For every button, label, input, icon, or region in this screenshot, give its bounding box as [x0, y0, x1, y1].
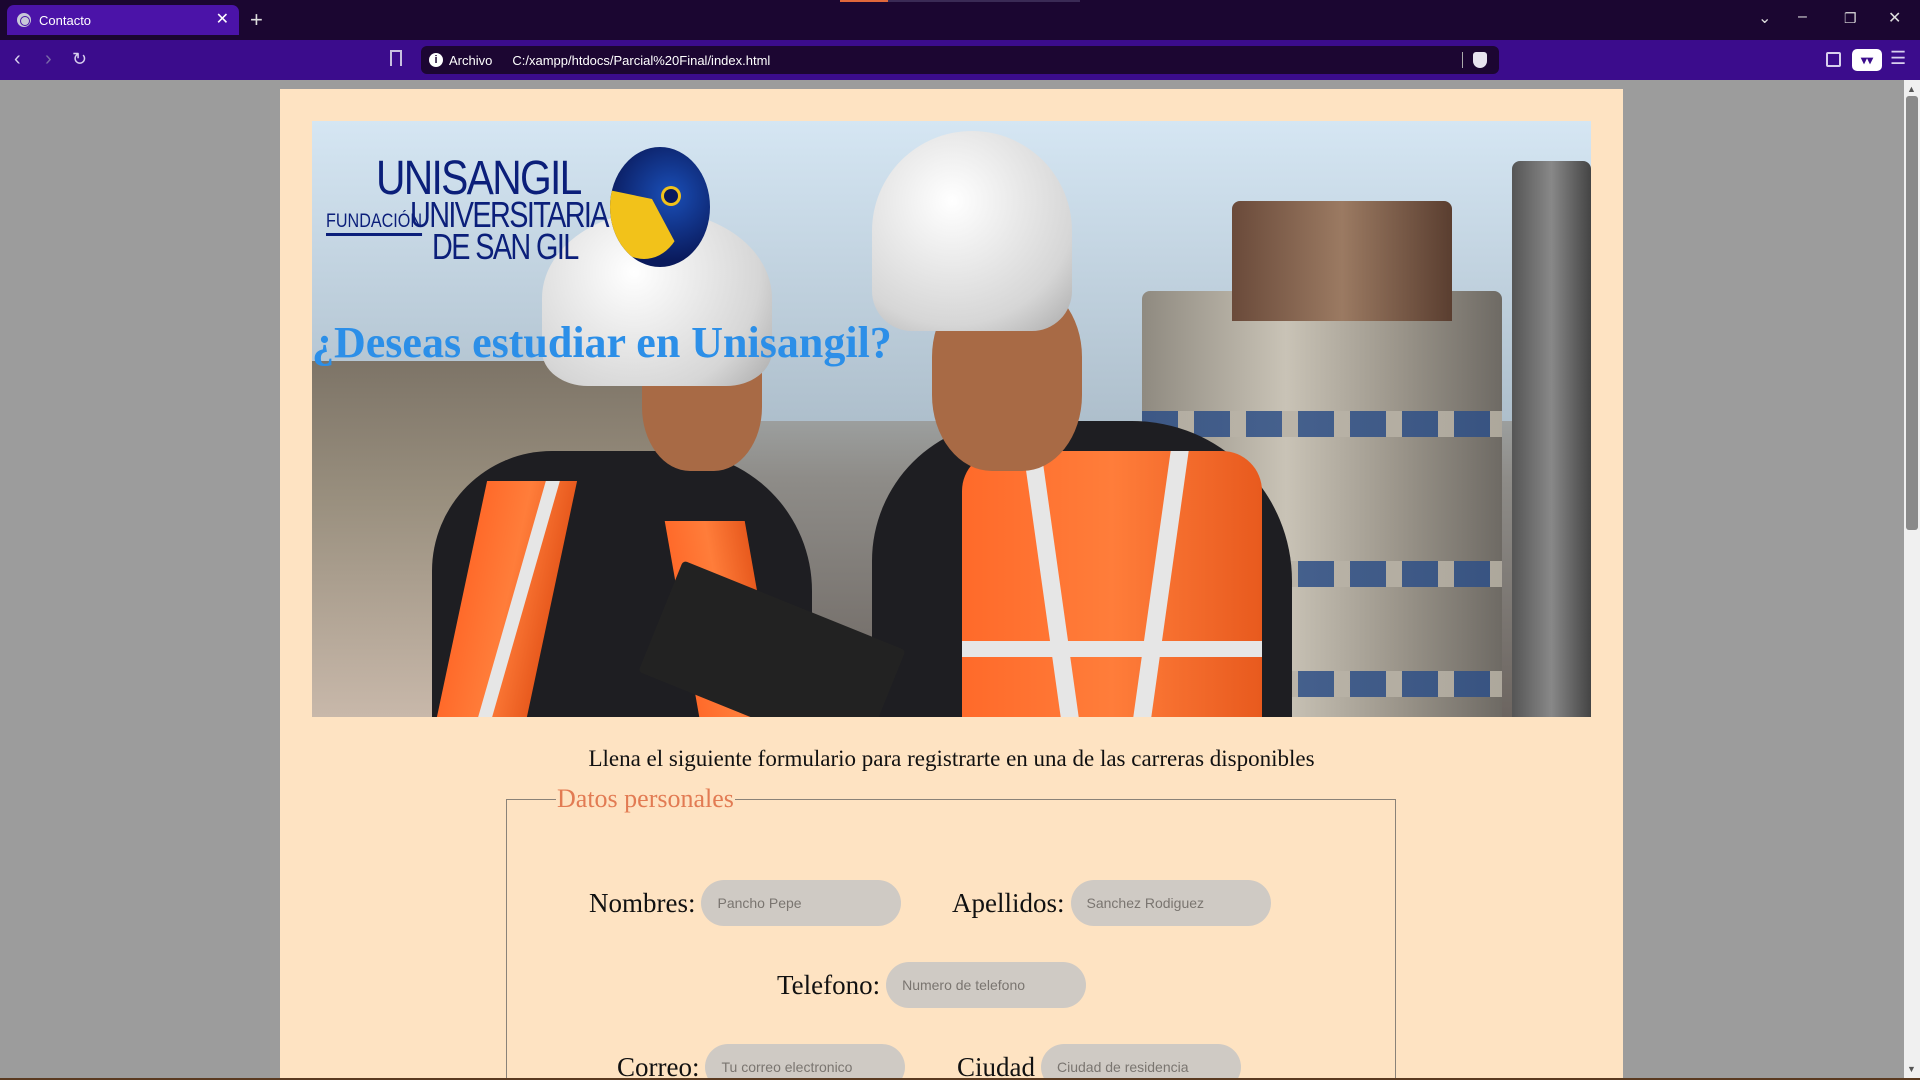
ciudad-input[interactable]	[1041, 1044, 1241, 1078]
page-container: UNISANGIL FUNDACIÓN UNIVERSITARIA DE SAN…	[280, 89, 1623, 1078]
telefono-field: Telefono:	[777, 962, 1087, 1008]
brave-shield-icon[interactable]	[1473, 52, 1487, 68]
worker-right-vest	[962, 451, 1262, 717]
page-viewport: UNISANGIL FUNDACIÓN UNIVERSITARIA DE SAN…	[0, 80, 1904, 1078]
minimize-icon[interactable]: –	[1798, 8, 1807, 26]
close-tab-button[interactable]: ✕	[216, 12, 229, 28]
restore-icon[interactable]: ❐	[1844, 10, 1857, 27]
personal-data-fieldset: Datos personales Nombres: Apellidos: Tel…	[506, 784, 1396, 1078]
close-window-icon[interactable]: ✕	[1888, 8, 1901, 28]
banner-title: ¿Deseas estudiar en Unisangil?	[312, 318, 892, 367]
intro-text: Llena el siguiente formulario para regis…	[588, 746, 1315, 771]
tab-bar: Contacto ✕ + ⌄ – ❐ ✕	[0, 0, 1920, 40]
reload-icon[interactable]: ↻	[72, 49, 87, 70]
info-icon[interactable]: i	[429, 53, 443, 67]
correo-input[interactable]	[705, 1044, 906, 1078]
nombres-label: Nombres:	[589, 887, 696, 918]
url-divider	[1462, 52, 1463, 68]
extension-icon[interactable]: ▾▾	[1852, 49, 1882, 71]
tab-contacto[interactable]: Contacto ✕	[7, 5, 239, 35]
forward-icon[interactable]: ›	[45, 48, 52, 71]
scrollbar-thumb[interactable]	[1906, 96, 1918, 530]
logo-sangil-text: DE SAN GIL	[432, 226, 579, 267]
tab-loading-indicator	[840, 0, 888, 2]
correo-label: Correo:	[617, 1051, 700, 1079]
logo-emblem-icon	[610, 147, 710, 267]
bookmark-icon[interactable]	[390, 50, 402, 66]
scroll-up-icon[interactable]: ▲	[1907, 84, 1916, 94]
toolbar: ‹ › ↻ i Archivo C:/xampp/htdocs/Parcial%…	[0, 40, 1920, 80]
sidebar-icon[interactable]	[1826, 52, 1841, 67]
nombres-field: Nombres:	[589, 880, 902, 926]
hero-banner: UNISANGIL FUNDACIÓN UNIVERSITARIA DE SAN…	[312, 121, 1591, 717]
address-bar[interactable]: i Archivo C:/xampp/htdocs/Parcial%20Fina…	[421, 46, 1499, 74]
chevron-down-icon[interactable]: ⌄	[1758, 8, 1771, 28]
tab-title: Contacto	[39, 12, 92, 28]
tab-strip-divider	[888, 0, 1080, 2]
ciudad-field: Ciudad	[957, 1044, 1241, 1078]
logo-fundacion-text: FUNDACIÓN	[326, 211, 423, 236]
apellidos-input[interactable]	[1070, 880, 1271, 926]
url-text[interactable]: C:/xampp/htdocs/Parcial%20Final/index.ht…	[512, 53, 1462, 68]
banner-tank-top	[1232, 201, 1452, 321]
nombres-input[interactable]	[701, 880, 902, 926]
apellidos-label: Apellidos:	[952, 887, 1065, 918]
unisangil-logo: UNISANGIL FUNDACIÓN UNIVERSITARIA DE SAN…	[326, 147, 710, 267]
url-scheme-label: Archivo	[449, 52, 493, 68]
back-icon[interactable]: ‹	[14, 48, 21, 71]
menu-icon[interactable]: ☰	[1890, 48, 1906, 69]
fieldset-legend: Datos personales	[557, 784, 734, 813]
ciudad-label: Ciudad	[957, 1051, 1035, 1079]
scroll-down-icon[interactable]: ▼	[1907, 1064, 1916, 1074]
telefono-label: Telefono:	[777, 969, 881, 1000]
banner-pipe	[1512, 161, 1591, 717]
correo-field: Correo:	[617, 1044, 906, 1079]
globe-icon	[17, 13, 31, 27]
new-tab-button[interactable]: +	[250, 7, 263, 33]
worker-right-helmet	[872, 131, 1072, 331]
apellidos-field: Apellidos:	[952, 880, 1271, 926]
telefono-input[interactable]	[886, 962, 1087, 1008]
